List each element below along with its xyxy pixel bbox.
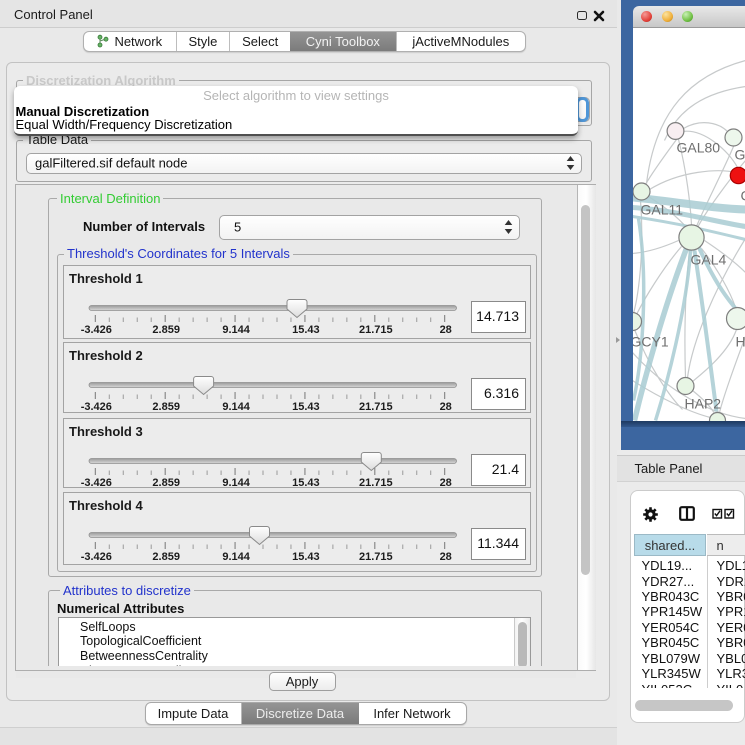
svg-text:GCY1: GCY1 [633,333,669,349]
svg-text:HAP2: HAP2 [684,395,721,411]
svg-text:C: C [740,187,745,203]
svg-text:GAL80: GAL80 [676,139,720,155]
svg-text:G.: G. [734,146,745,162]
svg-text:GAL4: GAL4 [690,251,726,267]
svg-text:GAL11: GAL11 [640,201,683,217]
svg-text:H: H [735,333,745,349]
